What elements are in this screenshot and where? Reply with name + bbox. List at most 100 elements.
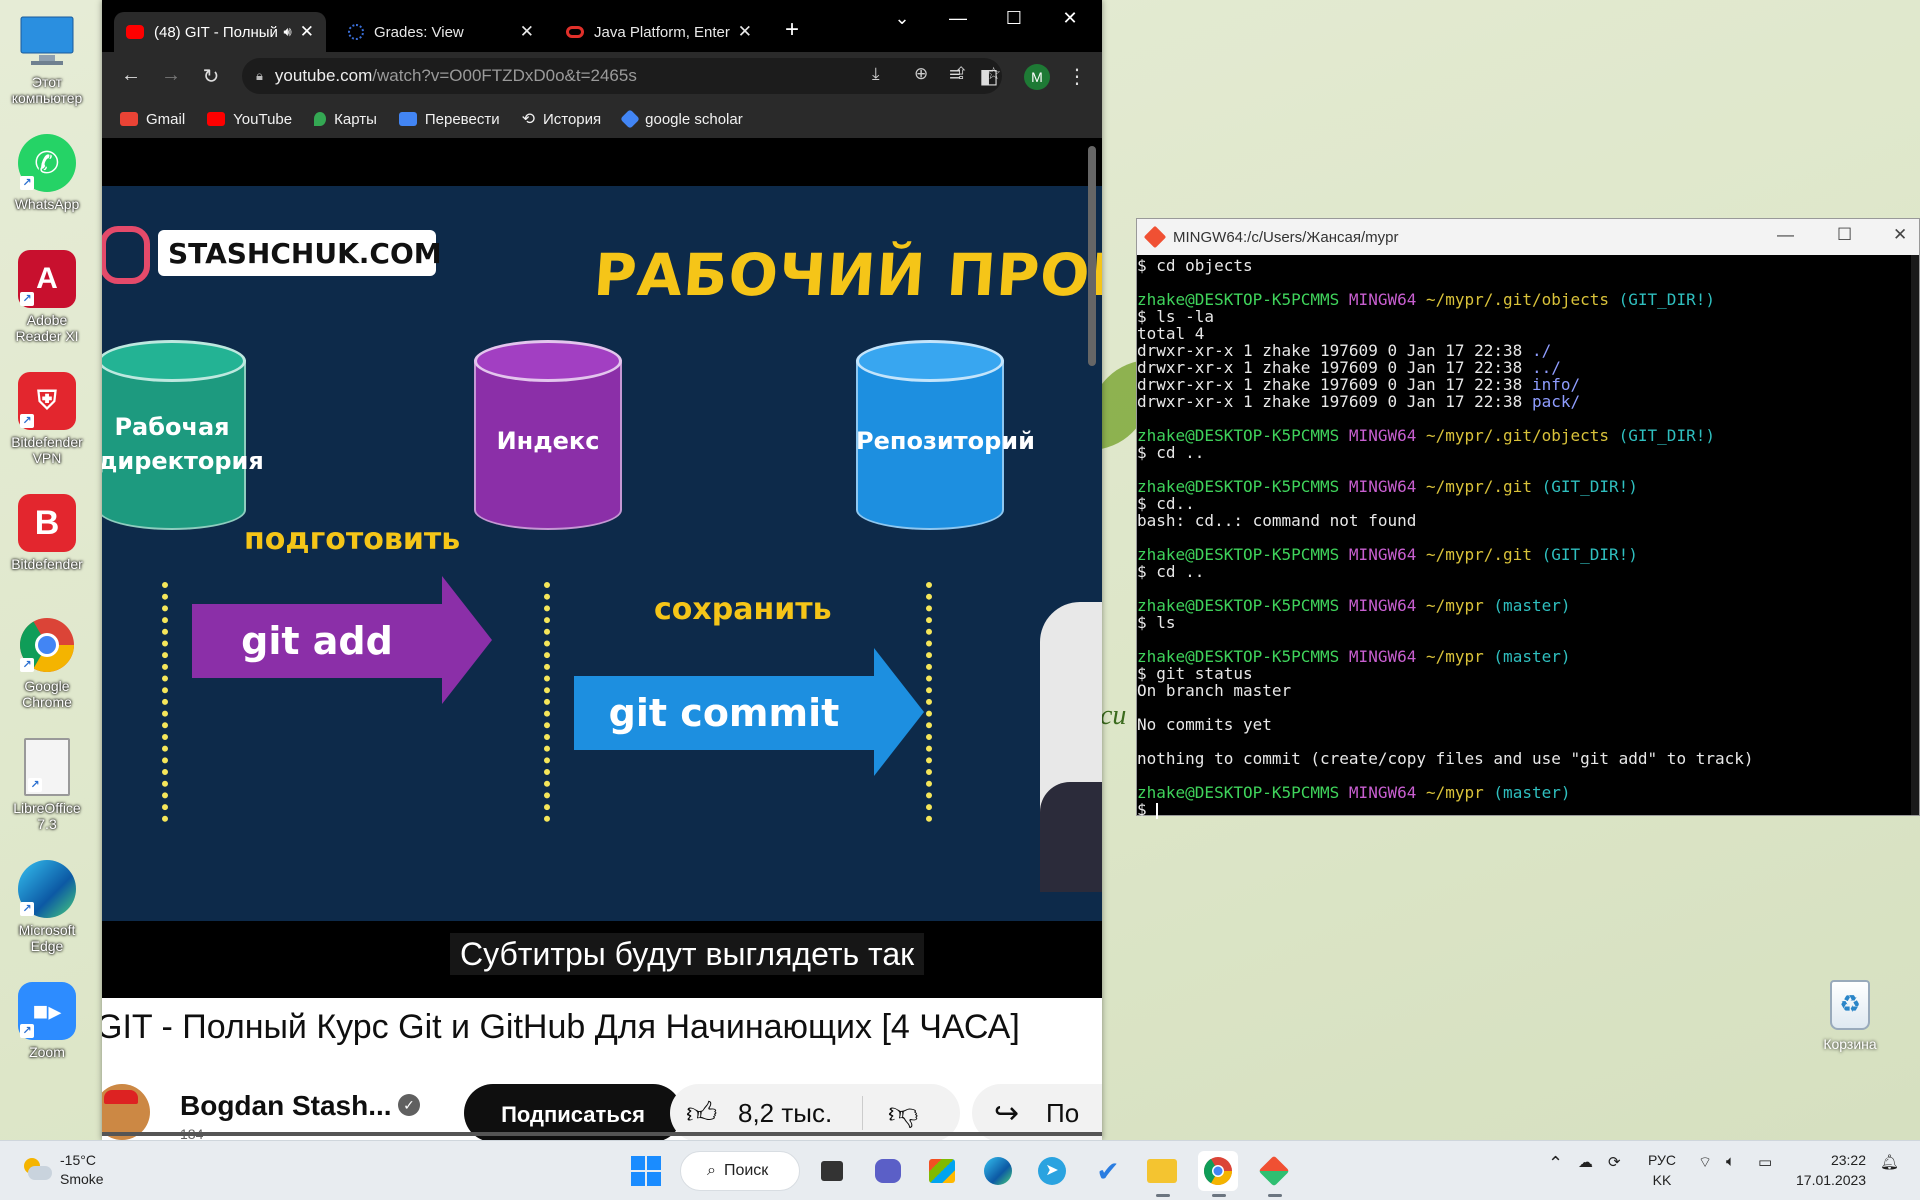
close-tab-icon[interactable]: ✕	[520, 22, 534, 42]
tray-chevron-icon[interactable]: ⌃	[1548, 1153, 1563, 1174]
output-text: nothing to commit (create/copy files and…	[1137, 749, 1754, 768]
edge-icon[interactable]	[978, 1151, 1018, 1191]
bookmark-youtube[interactable]: YouTube	[207, 111, 292, 128]
video-player[interactable]: STASHCHUK.COM РАБОЧИЙ ПРОЦЕС Рабочая дир…	[102, 138, 1102, 998]
close-window-button[interactable]: ✕	[1050, 8, 1090, 29]
taskbar-search[interactable]: ⌕ Поиск	[680, 1151, 800, 1191]
onedrive-icon[interactable]: ☁	[1578, 1153, 1593, 1171]
prompt-branch: (master)	[1493, 647, 1571, 666]
chrome-icon[interactable]	[1198, 1151, 1238, 1197]
todo-icon[interactable]: ✔	[1088, 1151, 1128, 1191]
shortcut-arrow-icon: ↗	[20, 658, 34, 672]
thumbs-up-icon[interactable]: 👍︎	[686, 1096, 717, 1132]
new-tab-button[interactable]: +	[772, 16, 812, 44]
chat-icon[interactable]	[868, 1151, 908, 1191]
browser-toolbar: ← → ↻ 🔒︎ youtube.com/watch?v=O00FTZDxD0o…	[102, 52, 1102, 138]
wifi-icon[interactable]: ⌔	[1698, 1153, 1712, 1172]
reload-icon[interactable]: ↻	[196, 64, 226, 89]
document-icon: ↗	[24, 738, 70, 796]
cylinder-label: Индекс	[496, 427, 600, 455]
minimize-button[interactable]: —	[1777, 225, 1794, 245]
volume-icon[interactable]: 🔈︎	[1726, 1153, 1735, 1170]
close-tab-icon[interactable]: ✕	[300, 22, 314, 42]
close-window-button[interactable]: ✕	[1893, 225, 1907, 245]
tab-search-chevron-icon[interactable]: ⌄	[882, 8, 922, 29]
bookmark-label: История	[542, 110, 602, 128]
arrow-head-icon	[874, 648, 924, 776]
install-icon[interactable]: ⤓	[872, 64, 880, 84]
clock[interactable]: 23:22 17.01.2023	[1796, 1150, 1866, 1190]
tab-title: Java Platform, Enterp	[594, 23, 730, 41]
menu-kebab-icon[interactable]: ⋮	[1062, 64, 1092, 89]
sync-icon[interactable]: ⟳	[1608, 1153, 1621, 1171]
start-button[interactable]	[626, 1151, 666, 1191]
arrow-command: git commit	[608, 691, 840, 735]
desktop-icon-libreoffice[interactable]: ↗ LibreOffice 7.3	[2, 738, 92, 832]
tab-youtube[interactable]: (48) GIT - Полный 🔊︎ ✕	[114, 12, 326, 52]
terminal-titlebar: MINGW64:/c/Users/Жансая/mypr — ☐ ✕	[1137, 219, 1919, 255]
maximize-button[interactable]: ☐	[994, 8, 1034, 29]
desktop-icon-microsoft-edge[interactable]: ↗ Microsoft Edge	[2, 860, 92, 954]
minimize-button[interactable]: —	[938, 8, 978, 29]
git-bash-icon	[1143, 225, 1167, 249]
desktop-icon-whatsapp[interactable]: ✆ ↗ WhatsApp	[2, 134, 92, 212]
video-progress-bar[interactable]	[102, 1128, 1102, 1140]
bookmark-maps[interactable]: Карты	[314, 111, 377, 128]
video-title: GIT - Полный Курс Git и GitHub Для Начин…	[102, 1008, 1020, 1046]
bookmark-translate[interactable]: Перевести	[398, 111, 500, 128]
tab-title: (48) GIT - Полный	[154, 23, 278, 41]
desktop-icon-google-chrome[interactable]: ↗ Google Chrome	[2, 616, 92, 710]
zoom-icon[interactable]: ⊕	[914, 64, 928, 84]
desktop-icon-recycle-bin[interactable]: ♻ Корзина	[1810, 980, 1890, 1052]
subtitle-text: Субтитры будут выглядеть так	[450, 933, 925, 975]
terminal-line: No commits yet	[1137, 716, 1919, 733]
address-bar[interactable]: 🔒︎ youtube.com/watch?v=O00FTZDxD0o&t=246…	[242, 58, 1002, 94]
notification-bell-icon[interactable]: 🔔︎	[1880, 1153, 1899, 1171]
battery-icon[interactable]: ▭	[1758, 1153, 1772, 1171]
bookmark-history[interactable]: ⟲ История	[522, 109, 602, 129]
bookmark-gmail[interactable]: Gmail	[120, 111, 185, 128]
reading-list-icon[interactable]: ≡	[940, 64, 970, 87]
desktop-icon-label: Этот компьютер	[11, 74, 83, 106]
profile-avatar[interactable]: M	[1024, 64, 1050, 90]
side-panel-icon[interactable]: ◧	[974, 64, 1004, 89]
video-frame[interactable]: STASHCHUK.COM РАБОЧИЙ ПРОЦЕС Рабочая дир…	[102, 186, 1102, 921]
maximize-button[interactable]: ☐	[1837, 225, 1852, 245]
forward-arrow-icon[interactable]: →	[156, 64, 186, 87]
terminal-scrollbar[interactable]	[1911, 255, 1919, 815]
language-indicator[interactable]: РУС KK	[1646, 1150, 1678, 1190]
telegram-icon[interactable]: ➤	[1032, 1151, 1072, 1191]
desktop-icon-label: Adobe Reader XI	[15, 312, 79, 344]
file-explorer-icon[interactable]	[1142, 1151, 1182, 1197]
divider	[862, 1096, 863, 1130]
terminal-output[interactable]: $ cd objects zhake@DESKTOP-K5PCMMS MINGW…	[1137, 255, 1919, 819]
speaker-icon[interactable]: 🔊︎	[284, 24, 292, 40]
prompt-path: ~/mypr	[1425, 647, 1494, 666]
terminal-line: nothing to commit (create/copy files and…	[1137, 750, 1919, 767]
close-tab-icon[interactable]: ✕	[738, 22, 752, 42]
page-scrollbar[interactable]	[1088, 146, 1096, 366]
scholar-icon	[620, 109, 641, 129]
back-arrow-icon[interactable]: ←	[116, 64, 146, 87]
task-view-icon[interactable]	[812, 1151, 852, 1191]
bookmark-google-scholar[interactable]: google scholar	[620, 109, 743, 129]
slide-title: РАБОЧИЙ ПРОЦЕС	[591, 241, 1102, 309]
search-label: Поиск	[723, 1162, 769, 1179]
weather-widget[interactable]: -15°C Smoke	[20, 1151, 104, 1189]
desktop-icon-zoom[interactable]: ■▸ ↗ Zoom	[2, 982, 92, 1060]
channel-name[interactable]: Bogdan Stash...	[180, 1090, 392, 1122]
desktop-icon-bitdefender-vpn[interactable]: ⛨ ↗ Bitdefender VPN	[2, 372, 92, 466]
tab-grades[interactable]: Grades: View ✕	[336, 12, 546, 52]
tab-java[interactable]: Java Platform, Enterp ✕	[554, 12, 764, 52]
history-icon: ⟲	[521, 111, 535, 128]
desktop-icon-bitdefender[interactable]: B Bitdefender	[2, 494, 92, 572]
store-icon[interactable]	[922, 1151, 962, 1191]
thumbs-down-icon[interactable]: 👎︎	[888, 1096, 918, 1132]
desktop-icon-adobe-reader[interactable]: A ↗ Adobe Reader XI	[2, 250, 92, 344]
git-bash-icon[interactable]	[1254, 1151, 1294, 1197]
desktop-icon-this-pc[interactable]: Этот компьютер	[2, 12, 92, 106]
prompt-branch: (master)	[1493, 783, 1571, 802]
